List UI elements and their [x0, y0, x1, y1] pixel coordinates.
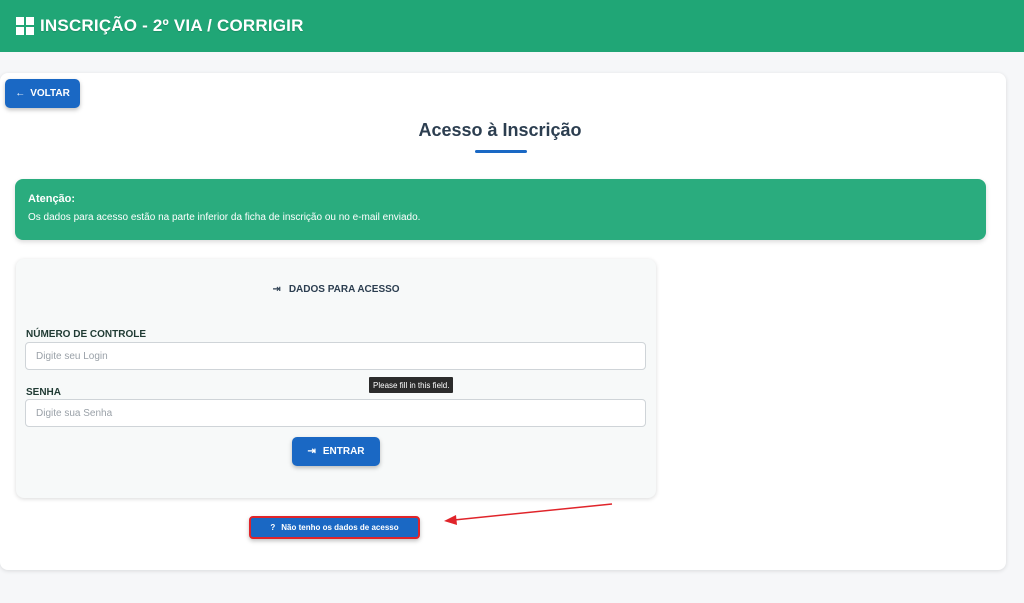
back-button[interactable]: ← VOLTAR	[5, 79, 80, 108]
page-title: Acesso à Inscrição	[418, 120, 582, 140]
arrow-left-icon: ←	[15, 88, 26, 99]
validation-tooltip: Please fill in this field.	[369, 377, 454, 393]
attention-alert: Atenção: Os dados para acesso estão na p…	[15, 179, 986, 240]
password-input[interactable]	[25, 399, 646, 427]
annotation-arrow	[444, 503, 613, 525]
page-header-title: INSCRIÇÃO - 2º VIA / CORRIGIR	[40, 16, 304, 35]
form-section-title: DADOS PARA ACESSO	[288, 284, 400, 295]
login-icon: ⇥	[272, 284, 281, 295]
alert-title: Atenção:	[28, 193, 76, 205]
enter-button[interactable]: ⇥ ENTRAR	[292, 437, 380, 466]
form-section-header: ⇥ DADOS PARA ACESSO	[16, 284, 656, 295]
top-header-bar: INSCRIÇÃO - 2º VIA / CORRIGIR	[0, 0, 1024, 52]
login-icon: ⇥	[307, 446, 316, 457]
password-label: SENHA	[26, 387, 62, 398]
control-number-label: NÚMERO DE CONTROLE	[26, 329, 146, 340]
no-access-data-button[interactable]: ? Não tenho os dados de acesso	[249, 516, 420, 539]
no-access-data-label: Não tenho os dados de acesso	[281, 523, 399, 532]
question-icon: ?	[270, 523, 276, 532]
control-number-input[interactable]	[25, 342, 646, 370]
enter-button-label: ENTRAR	[322, 446, 365, 457]
alert-text: Os dados para acesso estão na parte infe…	[28, 212, 421, 223]
grid-icon	[16, 17, 34, 35]
title-underline	[475, 150, 527, 153]
back-button-label: VOLTAR	[30, 88, 70, 99]
